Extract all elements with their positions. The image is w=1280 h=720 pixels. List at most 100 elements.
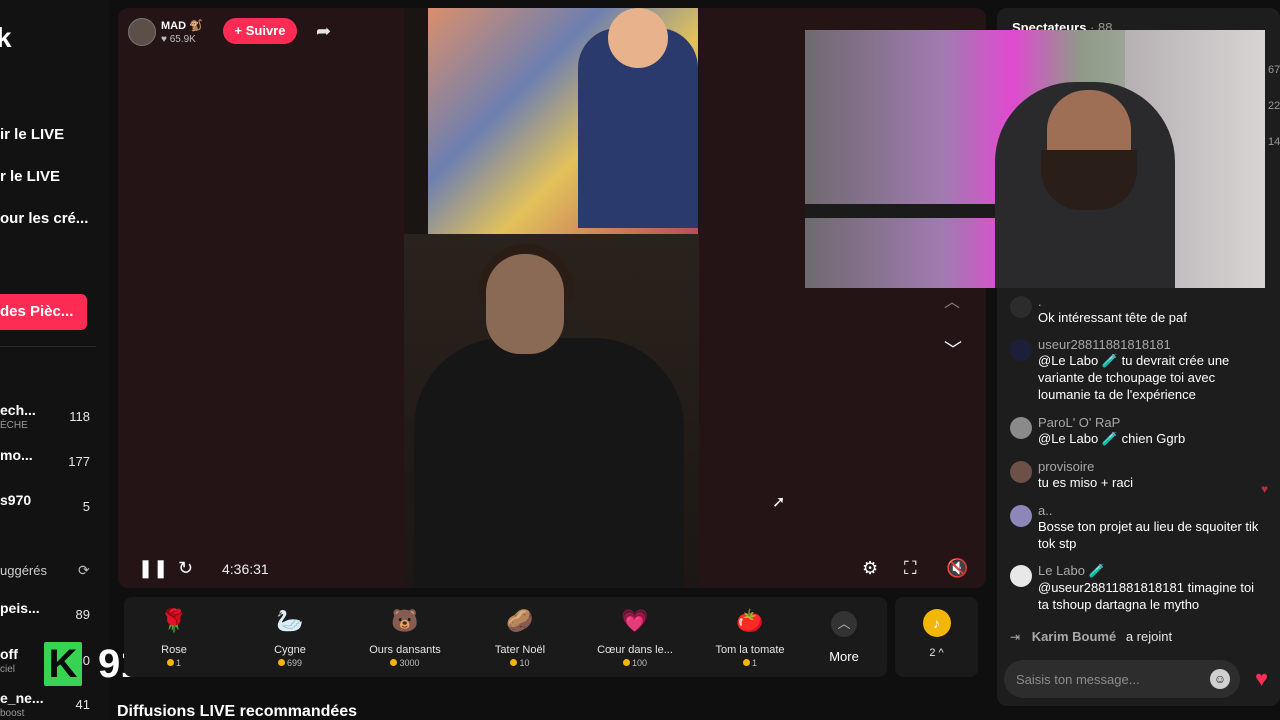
gift-bar: 🌹 Rose 1 🦢 Cygne 699 🐻 Ours dansants 300… — [124, 597, 887, 677]
reload-icon[interactable]: ↻ — [178, 558, 193, 579]
joined-username[interactable]: Karim Boumé — [1032, 629, 1117, 644]
gift-name: Tom la tomate — [715, 644, 785, 656]
left-sidebar: k ir le LIVE r le LIVE our les cré... de… — [0, 0, 110, 720]
rose-icon: 🌹 — [160, 608, 188, 633]
chat-text: Ok intéressant tête de paf — [1038, 310, 1187, 325]
chat-input-box[interactable]: ☺ — [1004, 660, 1240, 698]
side-numbers: 67 22 14 — [1268, 52, 1280, 160]
chat-username[interactable]: . — [1038, 294, 1268, 309]
swan-icon: 🦢 — [276, 608, 304, 633]
pause-icon[interactable]: ❚❚ — [138, 558, 168, 579]
chat-message-input[interactable] — [1016, 669, 1206, 689]
enter-icon: ⇥ — [1010, 630, 1021, 644]
chat-username[interactable]: ParoL' O' RaP — [1038, 415, 1268, 430]
share-icon[interactable]: ➦ — [316, 21, 331, 42]
tiktok-logo[interactable]: k — [0, 22, 12, 54]
followed-account-sub: ÈCHE — [0, 420, 28, 431]
chat-text: Bosse ton projet au lieu de squoiter tik… — [1038, 519, 1259, 551]
sidebar-link-creators[interactable]: our les cré... — [0, 210, 88, 227]
webcam-mic-arm — [805, 204, 1005, 218]
followed-account-viewers: 177 — [68, 454, 90, 469]
kick-logo: K — [44, 642, 82, 686]
suggested-account-sub: boost — [0, 708, 25, 719]
fullscreen-icon[interactable]: ⛶ — [904, 558, 917, 579]
chat-username[interactable]: a.. — [1038, 503, 1268, 518]
avatar[interactable] — [1010, 505, 1032, 527]
potato-icon: 🥔 — [506, 608, 534, 633]
refresh-icon[interactable]: ⟳ — [78, 562, 90, 579]
suggested-account-sub: ciel — [0, 664, 16, 675]
mouse-cursor-icon: ➚ — [772, 494, 786, 511]
gift-price: 699 — [234, 658, 346, 668]
chevron-down-icon[interactable]: ﹀ — [944, 336, 962, 362]
host-name[interactable]: MAD 🐒 — [161, 19, 203, 32]
stream-time: 4:36:31 — [222, 561, 269, 577]
followed-account-name[interactable]: ech... — [0, 402, 36, 418]
chat-username[interactable]: Le Labo 🧪 — [1038, 563, 1268, 579]
side-number: 14 — [1268, 136, 1280, 148]
suggested-accounts-label: uggérés — [0, 563, 47, 578]
side-number: 22 — [1268, 100, 1280, 112]
suggested-account-viewers: 89 — [75, 607, 90, 622]
bear-icon: 🐻 — [391, 608, 419, 633]
host-likes: ♥ 65.9K — [161, 34, 196, 45]
gift-heart-hands[interactable]: 💗 Cœur dans le... 100 — [579, 603, 691, 675]
live-video — [404, 8, 699, 588]
gift-price: 1 — [694, 658, 806, 668]
suggested-account-name[interactable]: peis... — [0, 600, 40, 616]
gift-rose[interactable]: 🌹 Rose 1 — [124, 603, 230, 675]
avatar[interactable] — [1010, 296, 1032, 318]
send-heart-icon[interactable]: ♥ — [1255, 667, 1268, 691]
joined-action: a rejoint — [1125, 629, 1173, 644]
chat-text: @useur28811881818181 timagine toi ta tsh… — [1038, 580, 1255, 612]
avatar[interactable] — [128, 18, 156, 46]
followed-account-name[interactable]: mo... — [0, 447, 33, 463]
gift-tater-noel[interactable]: 🥔 Tater Noël 10 — [464, 603, 576, 675]
emoji-icon[interactable]: ☺ — [1210, 669, 1230, 689]
get-coins-button[interactable]: des Pièc... — [0, 294, 87, 330]
avatar[interactable] — [1010, 417, 1032, 439]
streamer-webcam — [805, 30, 1265, 288]
coin-icon: ♪ — [922, 609, 951, 637]
followed-account-name[interactable]: s970 — [0, 492, 31, 508]
chat-username[interactable]: provisoire — [1038, 459, 1268, 474]
sidebar-link-watch-live[interactable]: ir le LIVE — [0, 126, 64, 143]
avatar[interactable] — [1010, 461, 1032, 483]
suggested-account-name[interactable]: off — [0, 646, 18, 662]
chevron-up-icon[interactable]: ︿ — [944, 288, 960, 312]
gift-swan[interactable]: 🦢 Cygne 699 — [234, 603, 346, 675]
gift-name: Tater Noël — [494, 644, 546, 656]
side-number: 67 — [1268, 64, 1280, 76]
gift-name: Cygne — [274, 644, 306, 656]
follow-button[interactable]: + Suivre — [223, 18, 297, 44]
settings-icon[interactable]: ⚙ — [862, 558, 878, 579]
more-gifts-button[interactable]: ︿ More — [816, 611, 872, 664]
sidebar-divider — [0, 346, 96, 347]
chat-text: @Le Labo 🧪 chien Ggrb — [1038, 431, 1186, 446]
chevron-up-icon: ︿ — [831, 611, 857, 637]
coin-balance[interactable]: ♪ 2 ^ — [895, 597, 978, 677]
gift-dancing-bears[interactable]: 🐻 Ours dansants 3000 — [349, 603, 461, 675]
gift-price: 1 — [124, 658, 230, 668]
chat-username[interactable]: useur28811881818181 — [1038, 337, 1268, 352]
streamer-body — [414, 338, 684, 588]
chat-text: tu es miso + raci — [1038, 475, 1134, 490]
followed-account-viewers: 118 — [69, 409, 90, 424]
streamer-head — [486, 254, 564, 354]
gift-name: Ours dansants — [369, 644, 441, 656]
mute-icon[interactable]: 🔇 — [946, 558, 968, 579]
heart-hands-icon: 💗 — [621, 608, 649, 633]
suggested-account-name[interactable]: e_ne... — [0, 690, 44, 706]
gift-name: Rose — [161, 644, 187, 656]
heart-icon: ♥ — [1261, 482, 1269, 496]
suggested-account-viewers: 41 — [75, 697, 90, 712]
tomato-icon: 🍅 — [736, 608, 764, 633]
gift-price: 10 — [464, 658, 576, 668]
more-label: More — [829, 649, 859, 664]
join-notification: ⇥ Karim Boumé a rejoint — [1010, 629, 1172, 644]
sidebar-link-go-live[interactable]: r le LIVE — [0, 168, 60, 185]
avatar[interactable] — [1010, 565, 1032, 587]
gift-tomato[interactable]: 🍅 Tom la tomate 1 — [694, 603, 806, 675]
avatar[interactable] — [1010, 339, 1032, 361]
chat-text: @Le Labo 🧪 tu devrait crée une variante … — [1038, 353, 1230, 402]
